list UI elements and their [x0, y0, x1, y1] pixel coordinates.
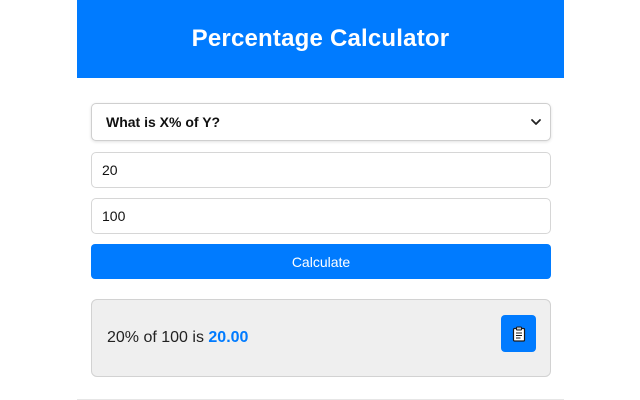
- result-panel: 20% of 100 is 20.00: [91, 299, 551, 377]
- page-title: Percentage Calculator: [191, 25, 450, 52]
- clipboard-icon: [512, 326, 525, 342]
- x-field[interactable]: [91, 152, 551, 188]
- calculator-card: Percentage Calculator What is X% of Y? C…: [77, 0, 564, 400]
- result-value: 20.00: [208, 329, 249, 346]
- header-bar: Percentage Calculator: [77, 0, 564, 78]
- result-prefix: 20% of 100 is: [107, 329, 209, 346]
- result-text: 20% of 100 is 20.00: [107, 329, 248, 347]
- copy-button[interactable]: [501, 315, 536, 352]
- mode-select[interactable]: What is X% of Y?: [91, 103, 551, 141]
- mode-select-value: What is X% of Y?: [106, 114, 221, 130]
- chevron-down-icon: [531, 119, 541, 125]
- y-input[interactable]: [102, 208, 550, 224]
- calculator-form: What is X% of Y? Calculate 20% of 100 is…: [91, 103, 551, 377]
- x-input[interactable]: [102, 162, 550, 178]
- y-field[interactable]: [91, 198, 551, 234]
- calculate-button[interactable]: Calculate: [91, 244, 551, 279]
